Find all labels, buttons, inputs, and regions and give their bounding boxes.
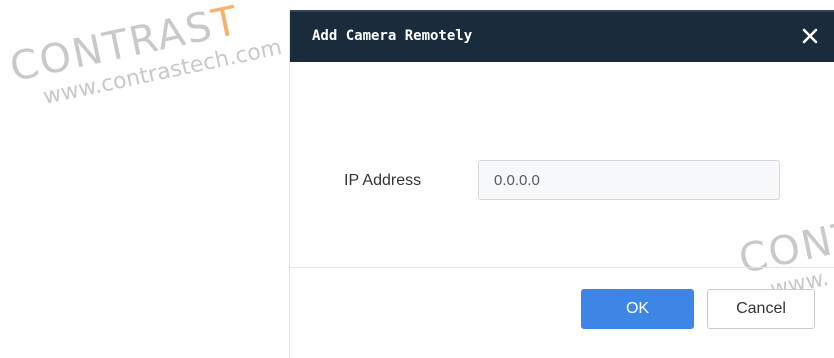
watermark-left: CONTRAST www.contrastech.com — [6, 0, 284, 115]
watermark-brand-accent: T — [208, 0, 244, 49]
watermark-brand-prefix: CONTRAS — [6, 3, 218, 91]
watermark-brand: CONTRAST — [6, 0, 279, 91]
watermark-url: www.contrastech.com — [40, 35, 285, 111]
dialog-body: IP Address — [290, 62, 834, 267]
ok-button[interactable]: OK — [581, 289, 694, 329]
ip-address-input[interactable] — [478, 160, 780, 200]
dialog-header: Add Camera Remotely — [290, 10, 834, 62]
add-camera-dialog: Add Camera Remotely IP Address CONT www.… — [289, 10, 834, 358]
cancel-button[interactable]: Cancel — [707, 289, 815, 329]
ip-address-label: IP Address — [344, 172, 422, 189]
dialog-title: Add Camera Remotely — [312, 28, 473, 44]
close-icon[interactable] — [799, 25, 821, 47]
dialog-footer: OK Cancel — [290, 267, 834, 358]
